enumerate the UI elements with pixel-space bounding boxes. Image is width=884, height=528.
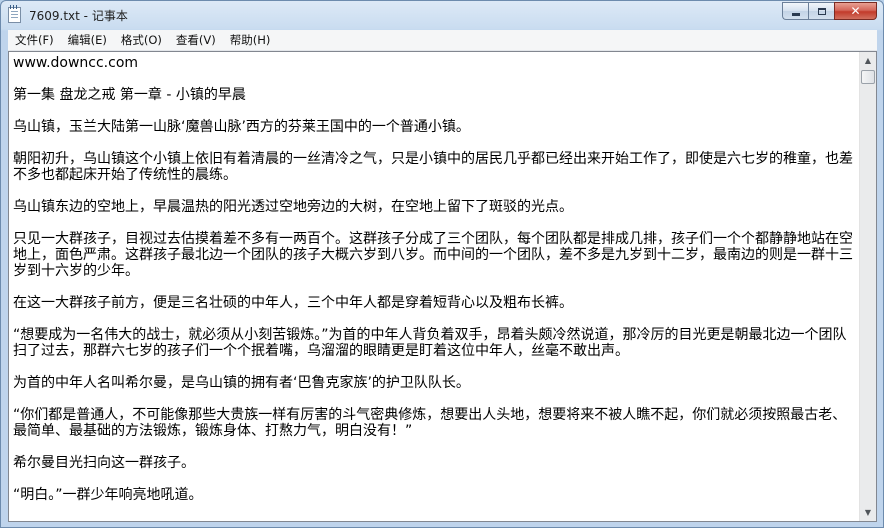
scroll-up-button[interactable]: ▲ [860, 52, 876, 69]
document-text[interactable]: www.downcc.com 第一集 盘龙之戒 第一章 - 小镇的早晨 乌山镇，… [13, 55, 855, 521]
close-button[interactable]: ✕ [834, 2, 877, 20]
text-line: 乌山镇东边的空地上，早晨温热的阳光透过空地旁边的大树，在空地上留下了斑驳的光点。 [13, 199, 573, 215]
text-line: “你们都是普通人，不可能像那些大贵族一样有厉害的斗气密典修炼，想要出人头地，想要… [13, 407, 847, 439]
menu-file[interactable]: 文件(F) [8, 30, 61, 50]
notepad-window: 7609.txt - 记事本 ✕ 文件(F) 编辑(E) 格式(O) 查看(V)… [0, 0, 884, 528]
arrow-up-icon: ▲ [864, 56, 872, 65]
text-editor[interactable]: www.downcc.com 第一集 盘龙之戒 第一章 - 小镇的早晨 乌山镇，… [8, 51, 877, 522]
caption-buttons: ✕ [782, 2, 877, 21]
minimize-icon [791, 13, 800, 16]
menu-edit[interactable]: 编辑(E) [61, 30, 114, 50]
scroll-thumb[interactable] [861, 70, 875, 84]
minimize-button[interactable] [782, 2, 808, 20]
text-line: “明白。”一群少年响亮地吼道。 [13, 487, 203, 503]
close-icon: ✕ [850, 4, 861, 18]
arrow-down-icon: ▼ [864, 508, 872, 517]
text-line: “想要成为一名伟大的战士，就必须从小刻苦锻炼。”为首的中年人背负着双手，昂着头颇… [13, 327, 847, 359]
text-line: www.downcc.com [13, 55, 139, 71]
notepad-icon[interactable] [8, 5, 21, 23]
title-bar[interactable]: 7609.txt - 记事本 ✕ [1, 1, 883, 29]
text-line: 朝阳初升，乌山镇这个小镇上依旧有着清晨的一丝清冷之气，只是小镇中的居民几乎都已经… [13, 151, 853, 183]
text-line: 第一集 盘龙之戒 第一章 - 小镇的早晨 [13, 87, 246, 103]
text-line: 乌山镇，玉兰大陆第一山脉‘魔兽山脉’西方的芬莱王国中的一个普通小镇。 [13, 119, 470, 135]
menu-format[interactable]: 格式(O) [114, 30, 169, 50]
window-title: 7609.txt - 记事本 [29, 9, 128, 23]
scroll-down-button[interactable]: ▼ [860, 504, 876, 521]
vertical-scrollbar[interactable]: ▲ ▼ [859, 52, 876, 521]
maximize-icon [817, 7, 826, 15]
menu-bar: 文件(F) 编辑(E) 格式(O) 查看(V) 帮助(H) [8, 30, 877, 51]
text-line: 只见一大群孩子，目视过去估摸着差不多有一两百个。这群孩子分成了三个团队，每个团队… [13, 231, 853, 279]
menu-help[interactable]: 帮助(H) [223, 30, 278, 50]
text-line: 在这一大群孩子前方，便是三名壮硕的中年人，三个中年人都是穿着短背心以及粗布长裤。 [13, 295, 573, 311]
text-line: 希尔曼目光扫向这一群孩子。 [13, 455, 195, 471]
menu-view[interactable]: 查看(V) [169, 30, 223, 50]
text-line: 为首的中年人名叫希尔曼，是乌山镇的拥有者‘巴鲁克家族’的护卫队队长。 [13, 375, 470, 391]
maximize-button[interactable] [808, 2, 834, 20]
